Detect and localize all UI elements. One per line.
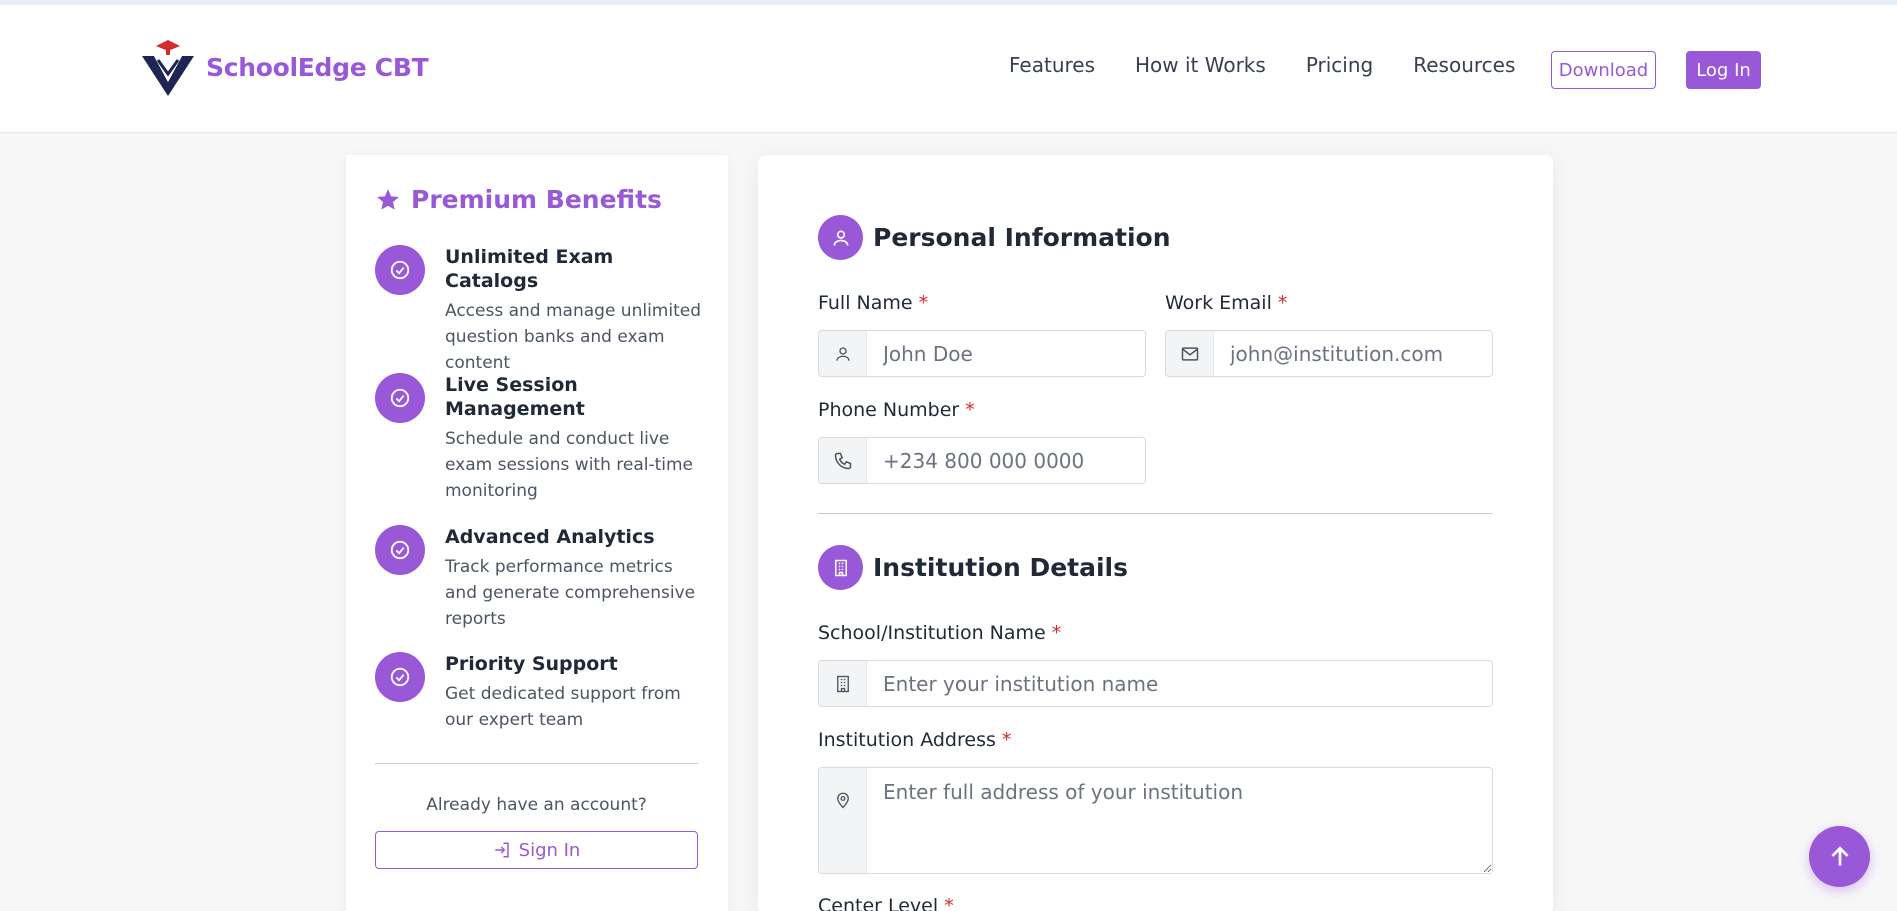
arrow-up-icon bbox=[1830, 845, 1849, 866]
benefit-desc: Access and manage unlimited question ban… bbox=[445, 301, 702, 373]
nav-how-it-works[interactable]: How it Works bbox=[1135, 53, 1266, 77]
benefit-title: Live Session Management bbox=[445, 374, 585, 420]
benefit-title: Priority Support bbox=[445, 653, 618, 675]
institution-address-field[interactable] bbox=[818, 767, 1493, 874]
section-divider bbox=[818, 513, 1493, 514]
benefit-desc: Get dedicated support from our expert te… bbox=[445, 684, 681, 730]
nav-resources[interactable]: Resources bbox=[1413, 53, 1515, 77]
phone-input[interactable] bbox=[867, 438, 1145, 483]
sign-in-label: Sign In bbox=[518, 839, 581, 861]
registration-form: Personal Information Full Name * Work Em… bbox=[758, 155, 1553, 911]
institution-heading: Institution Details bbox=[818, 545, 1128, 590]
star-icon bbox=[377, 188, 399, 210]
check-circle-icon bbox=[375, 652, 425, 702]
benefit-desc: Track performance metrics and generate c… bbox=[445, 557, 696, 629]
benefit-item: Advanced Analytics Track performance met… bbox=[375, 525, 705, 632]
user-icon bbox=[819, 331, 867, 376]
phone-field[interactable] bbox=[818, 437, 1146, 484]
brand-logo-icon bbox=[142, 40, 194, 96]
brand-name: SchoolEdge CBT bbox=[206, 52, 429, 82]
benefit-item: Live Session Management Schedule and con… bbox=[375, 373, 705, 504]
benefits-sidebar: Premium Benefits Unlimited Exam Catalogs… bbox=[346, 155, 728, 911]
login-icon bbox=[494, 842, 509, 858]
institution-name-field[interactable] bbox=[818, 660, 1493, 707]
check-circle-icon bbox=[375, 245, 425, 295]
account-prompt: Already have an account? bbox=[426, 795, 647, 815]
building-icon bbox=[819, 661, 867, 706]
check-circle-icon bbox=[375, 525, 425, 575]
institution-title: Institution Details bbox=[873, 553, 1128, 582]
institution-name-input[interactable] bbox=[867, 661, 1492, 706]
map-pin-icon bbox=[819, 768, 867, 873]
benefit-title: Advanced Analytics bbox=[445, 526, 655, 548]
benefit-item: Unlimited Exam Catalogs Access and manag… bbox=[375, 245, 705, 376]
institution-address-label: Institution Address * bbox=[818, 729, 1012, 751]
full-name-input[interactable] bbox=[867, 331, 1145, 376]
personal-info-title: Personal Information bbox=[873, 223, 1171, 252]
brand[interactable]: SchoolEdge CBT bbox=[140, 38, 429, 96]
full-name-label: Full Name * bbox=[818, 292, 929, 314]
work-email-label: Work Email * bbox=[1165, 292, 1288, 314]
building-icon bbox=[818, 545, 863, 590]
envelope-icon bbox=[1166, 331, 1214, 376]
benefit-item: Priority Support Get dedicated support f… bbox=[375, 652, 705, 733]
benefits-title: Premium Benefits bbox=[411, 185, 662, 214]
institution-name-label: School/Institution Name * bbox=[818, 622, 1062, 644]
site-header: SchoolEdge CBT Features How it Works Pri… bbox=[0, 5, 1897, 133]
work-email-field[interactable] bbox=[1165, 330, 1493, 377]
benefits-heading: Premium Benefits bbox=[375, 185, 662, 214]
login-button[interactable]: Log In bbox=[1686, 51, 1761, 89]
nav-pricing[interactable]: Pricing bbox=[1306, 53, 1373, 77]
center-level-label: Center Level * bbox=[818, 895, 954, 911]
personal-info-heading: Personal Information bbox=[818, 215, 1171, 260]
institution-address-textarea[interactable] bbox=[867, 768, 1492, 873]
phone-icon bbox=[819, 438, 867, 483]
benefit-title: Unlimited Exam Catalogs bbox=[445, 246, 614, 292]
sign-in-button[interactable]: Sign In bbox=[375, 831, 698, 869]
benefit-desc: Schedule and conduct live exam sessions … bbox=[445, 429, 694, 501]
sidebar-divider bbox=[375, 763, 698, 764]
download-button[interactable]: Download bbox=[1551, 51, 1656, 89]
main-nav: Features How it Works Pricing Resources bbox=[1009, 53, 1555, 77]
full-name-field[interactable] bbox=[818, 330, 1146, 377]
nav-features[interactable]: Features bbox=[1009, 53, 1095, 77]
phone-label: Phone Number * bbox=[818, 399, 975, 421]
scroll-to-top-button[interactable] bbox=[1809, 826, 1870, 887]
user-icon bbox=[818, 215, 863, 260]
work-email-input[interactable] bbox=[1214, 331, 1492, 376]
check-circle-icon bbox=[375, 373, 425, 423]
